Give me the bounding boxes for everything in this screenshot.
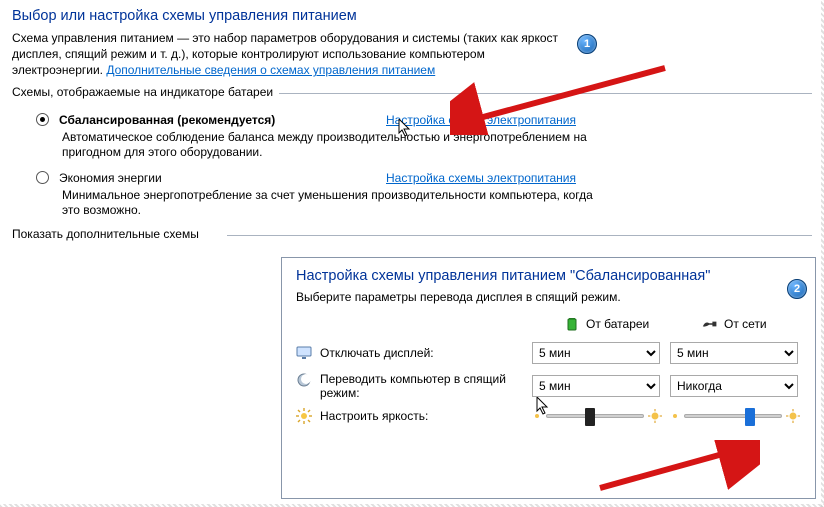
monitor-icon: [296, 345, 312, 361]
display-off-battery-select[interactable]: 5 мин: [532, 342, 660, 364]
annotation-badge-1: 1: [577, 34, 597, 54]
intro-line: Схема управления питанием — это набор па…: [12, 31, 558, 45]
plan-settings-link-economy[interactable]: Настройка схемы электропитания: [386, 171, 576, 185]
sun-small-icon: [670, 411, 680, 421]
sun-small-icon: [532, 411, 542, 421]
intro-line: электроэнергии.: [12, 63, 106, 77]
plan-name: Сбалансированная (рекомендуется): [59, 113, 275, 127]
setting-row-brightness: Настроить яркость:: [296, 408, 801, 424]
learn-more-link[interactable]: Дополнительные сведения о схемах управле…: [106, 63, 435, 77]
plug-icon: [702, 316, 718, 332]
sun-large-icon: [786, 409, 800, 423]
ac-column-header: От сети: [670, 316, 808, 332]
brightness-label: Настроить яркость:: [320, 409, 428, 423]
display-off-label: Отключать дисплей:: [320, 346, 434, 360]
plan-description: Автоматическое соблюдение баланса между …: [62, 130, 596, 161]
intro-line: дисплея, спящий режим и т. д.), которые …: [12, 47, 485, 61]
plan-settings-link-balanced[interactable]: Настройка схемы электропитания: [386, 113, 576, 127]
brightness-battery-slider[interactable]: [546, 414, 644, 418]
plans-group-label: Схемы, отображаемые на индикаторе батаре…: [12, 85, 279, 99]
brightness-ac-slider[interactable]: [684, 414, 782, 418]
plan-settings-panel: Настройка схемы управления питанием "Сба…: [281, 257, 816, 499]
show-more-label[interactable]: Показать дополнительные схемы: [12, 227, 205, 241]
show-more-group: Показать дополнительные схемы: [12, 235, 812, 245]
divider: [227, 235, 812, 236]
moon-icon: [296, 372, 312, 388]
plan-item: Сбалансированная (рекомендуется) Настрой…: [36, 113, 596, 161]
sleep-label: Переводить компьютер в спящий режим:: [320, 372, 520, 400]
annotation-badge-2: 2: [787, 279, 807, 299]
ac-column-label: От сети: [724, 317, 767, 331]
battery-icon: [564, 316, 580, 332]
display-off-ac-select[interactable]: 5 мин: [670, 342, 798, 364]
intro-text: Схема управления питанием — это набор па…: [12, 30, 572, 79]
plan-item: Экономия энергии Настройка схемы электро…: [36, 171, 596, 219]
setting-row-display-off: Отключать дисплей: 5 мин 5 мин: [296, 342, 801, 364]
column-headers: От батареи От сети: [296, 316, 801, 332]
plan-name: Экономия энергии: [59, 171, 162, 185]
sleep-ac-select[interactable]: Никогда: [670, 375, 798, 397]
plan-radio-balanced[interactable]: [36, 113, 49, 126]
setting-row-sleep: Переводить компьютер в спящий режим: 5 м…: [296, 372, 801, 400]
brightness-icon: [296, 408, 312, 424]
battery-column-label: От батареи: [586, 317, 649, 331]
panel-description: Выберите параметры перевода дисплея в сп…: [296, 290, 801, 304]
sleep-battery-select[interactable]: 5 мин: [532, 375, 660, 397]
plans-group: Схемы, отображаемые на индикаторе батаре…: [12, 93, 812, 219]
plan-description: Минимальное энергопотребление за счет ум…: [62, 188, 596, 219]
sun-large-icon: [648, 409, 662, 423]
page-title: Выбор или настройка схемы управления пит…: [12, 8, 812, 24]
battery-column-header: От батареи: [532, 316, 670, 332]
plan-radio-economy[interactable]: [36, 171, 49, 184]
panel-title: Настройка схемы управления питанием "Сба…: [296, 268, 801, 284]
